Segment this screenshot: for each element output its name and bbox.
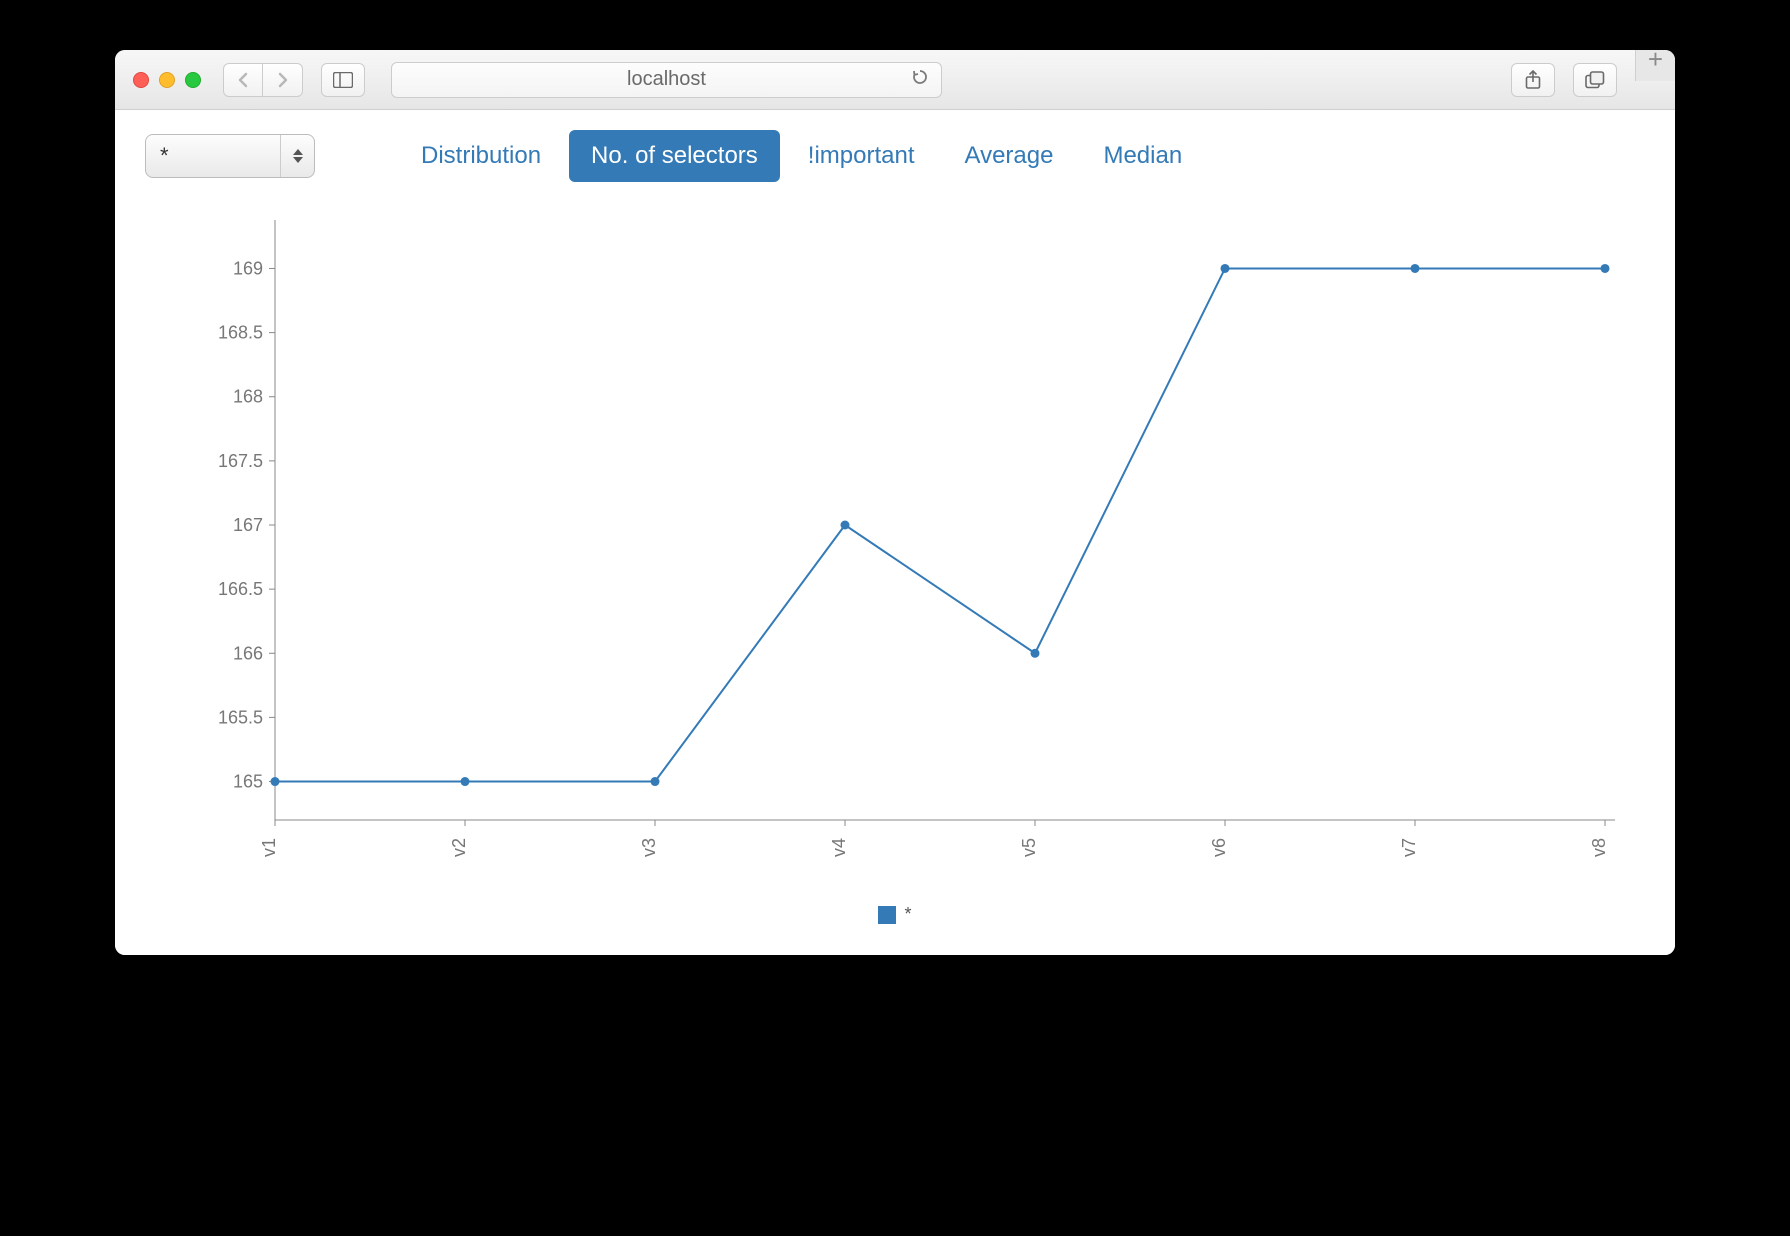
svg-text:165.5: 165.5 bbox=[218, 707, 263, 727]
tab-bar: DistributionNo. of selectors!importantAv… bbox=[399, 130, 1204, 182]
tab-average[interactable]: Average bbox=[943, 130, 1076, 182]
tab-distribution[interactable]: Distribution bbox=[399, 130, 563, 182]
page-content: * DistributionNo. of selectors!important… bbox=[115, 110, 1675, 955]
nav-buttons bbox=[223, 63, 303, 97]
tabs-button[interactable] bbox=[1573, 63, 1617, 97]
svg-text:v6: v6 bbox=[1209, 838, 1229, 857]
chart-area: 165 165.5 166 166.5 167 167.5 168 168.5 169 v1 v2 v… bbox=[165, 210, 1625, 890]
address-text: localhost bbox=[627, 68, 706, 91]
app-toolbar: * DistributionNo. of selectors!important… bbox=[145, 130, 1645, 182]
tab-no-of-selectors[interactable]: No. of selectors bbox=[569, 130, 780, 182]
svg-text:v2: v2 bbox=[449, 838, 469, 857]
chart-legend: * bbox=[145, 904, 1645, 925]
chevron-updown-icon bbox=[280, 135, 314, 177]
svg-text:168.5: 168.5 bbox=[218, 323, 263, 343]
new-tab-button[interactable]: + bbox=[1635, 50, 1675, 81]
svg-text:v3: v3 bbox=[639, 838, 659, 857]
tab-median[interactable]: Median bbox=[1081, 130, 1204, 182]
window-controls bbox=[133, 72, 201, 88]
back-button[interactable] bbox=[223, 63, 263, 97]
fullscreen-icon[interactable] bbox=[185, 72, 201, 88]
svg-text:v4: v4 bbox=[829, 838, 849, 857]
svg-text:v7: v7 bbox=[1399, 838, 1419, 857]
minimize-icon[interactable] bbox=[159, 72, 175, 88]
svg-text:169: 169 bbox=[233, 258, 263, 278]
forward-button[interactable] bbox=[263, 63, 303, 97]
svg-text:v5: v5 bbox=[1019, 838, 1039, 857]
svg-text:v8: v8 bbox=[1589, 838, 1609, 857]
address-bar[interactable]: localhost bbox=[391, 62, 942, 98]
svg-text:166: 166 bbox=[233, 643, 263, 663]
sidebar-toggle-button[interactable] bbox=[321, 63, 365, 97]
browser-window: localhost + * DistributionNo. of selecto… bbox=[115, 50, 1675, 955]
svg-text:v1: v1 bbox=[259, 838, 279, 857]
reload-icon[interactable] bbox=[911, 68, 929, 92]
tab--important[interactable]: !important bbox=[786, 130, 937, 182]
titlebar: localhost + bbox=[115, 50, 1675, 110]
share-button[interactable] bbox=[1511, 63, 1555, 97]
svg-text:165: 165 bbox=[233, 772, 263, 792]
legend-label: * bbox=[904, 904, 911, 925]
line-chart: 165 165.5 166 166.5 167 167.5 168 168.5 169 v1 v2 v… bbox=[165, 210, 1625, 890]
selector-dropdown[interactable]: * bbox=[145, 134, 315, 178]
legend-swatch-icon bbox=[878, 906, 896, 924]
svg-text:167: 167 bbox=[233, 515, 263, 535]
svg-text:167.5: 167.5 bbox=[218, 451, 263, 471]
close-icon[interactable] bbox=[133, 72, 149, 88]
svg-text:166.5: 166.5 bbox=[218, 579, 263, 599]
selector-value: * bbox=[160, 143, 169, 169]
svg-text:168: 168 bbox=[233, 387, 263, 407]
